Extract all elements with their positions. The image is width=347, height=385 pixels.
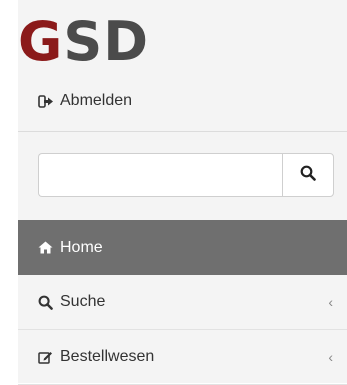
menu-item-bestellwesen[interactable]: Bestellwesen ‹ xyxy=(18,330,347,385)
chevron-left-icon: ‹ xyxy=(328,294,333,310)
logout-label: Abmelden xyxy=(60,92,133,109)
home-icon xyxy=(38,241,60,254)
divider xyxy=(18,131,347,132)
menu-item-suche[interactable]: Suche ‹ xyxy=(18,275,347,330)
logo-g: G xyxy=(18,10,64,73)
search-icon xyxy=(38,295,60,310)
logout-link[interactable]: Abmelden xyxy=(38,92,132,110)
search-input[interactable] xyxy=(38,153,282,197)
search-button[interactable] xyxy=(282,153,334,197)
gsd-logo: GSD xyxy=(18,12,149,72)
menu-item-label: Suche xyxy=(60,293,106,310)
search-form xyxy=(38,153,334,197)
search-icon xyxy=(300,165,316,186)
menu-item-label: Bestellwesen xyxy=(60,348,155,365)
sign-out-icon xyxy=(38,94,54,108)
logo-sd: SD xyxy=(63,10,150,73)
chevron-left-icon: ‹ xyxy=(328,349,333,365)
menu-item-label: Home xyxy=(60,238,103,256)
edit-icon xyxy=(38,350,60,364)
sidebar: GSD Abmelden Home Suche ‹ Bestellwesen ‹ xyxy=(18,0,347,385)
menu-item-home[interactable]: Home xyxy=(18,220,347,275)
main-menu: Home Suche ‹ Bestellwesen ‹ xyxy=(18,220,347,385)
